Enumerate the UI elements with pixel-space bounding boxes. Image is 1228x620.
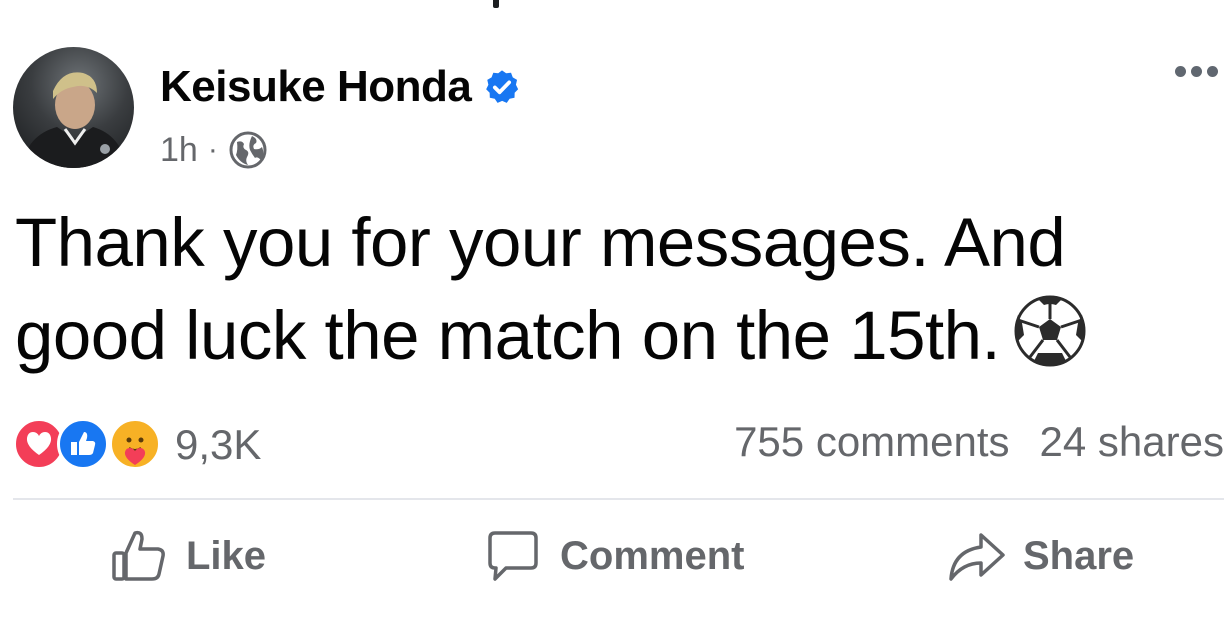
top-edge-mark (493, 0, 499, 8)
care-reaction-icon (109, 418, 161, 470)
share-count[interactable]: 24 shares (1040, 418, 1224, 466)
comment-button[interactable]: Comment (482, 525, 744, 587)
avatar[interactable] (13, 47, 134, 168)
globe-icon (229, 131, 267, 169)
more-options-button[interactable] (1175, 66, 1218, 77)
post-time[interactable]: 1h (160, 131, 198, 170)
share-button[interactable]: Share (945, 525, 1134, 587)
share-label: Share (1023, 533, 1135, 578)
author-name[interactable]: Keisuke Honda (160, 62, 472, 112)
reaction-summary[interactable]: 9,3K (13, 414, 261, 476)
soccer-ball-icon (1014, 295, 1086, 367)
like-button[interactable]: Like (108, 525, 266, 587)
like-label: Like (186, 533, 267, 578)
post-header: Keisuke Honda (160, 62, 521, 112)
more-dot (1207, 66, 1218, 77)
more-dot (1175, 66, 1186, 77)
post-text: Thank you for your messages. And good lu… (15, 204, 1066, 374)
like-reaction-icon (57, 418, 109, 470)
reaction-count: 9,3K (175, 421, 262, 468)
avatar-photo (21, 72, 127, 168)
share-arrow-icon (949, 533, 1005, 581)
comment-icon (488, 531, 538, 581)
verified-badge-icon (486, 70, 519, 103)
thumbs-up-icon (112, 530, 165, 581)
more-dot (1191, 66, 1202, 77)
divider (13, 498, 1224, 500)
meta-separator: · (207, 133, 218, 166)
action-bar: Like Comment Share (0, 525, 1228, 600)
comment-label: Comment (560, 533, 745, 578)
post-meta: 1h · (160, 130, 268, 170)
post-message: Thank you for your messages. And good lu… (15, 196, 1215, 382)
comment-count[interactable]: 755 comments (734, 418, 1009, 466)
reaction-icons (13, 414, 163, 476)
engagement-counts: 755 comments 24 shares (734, 418, 1224, 466)
